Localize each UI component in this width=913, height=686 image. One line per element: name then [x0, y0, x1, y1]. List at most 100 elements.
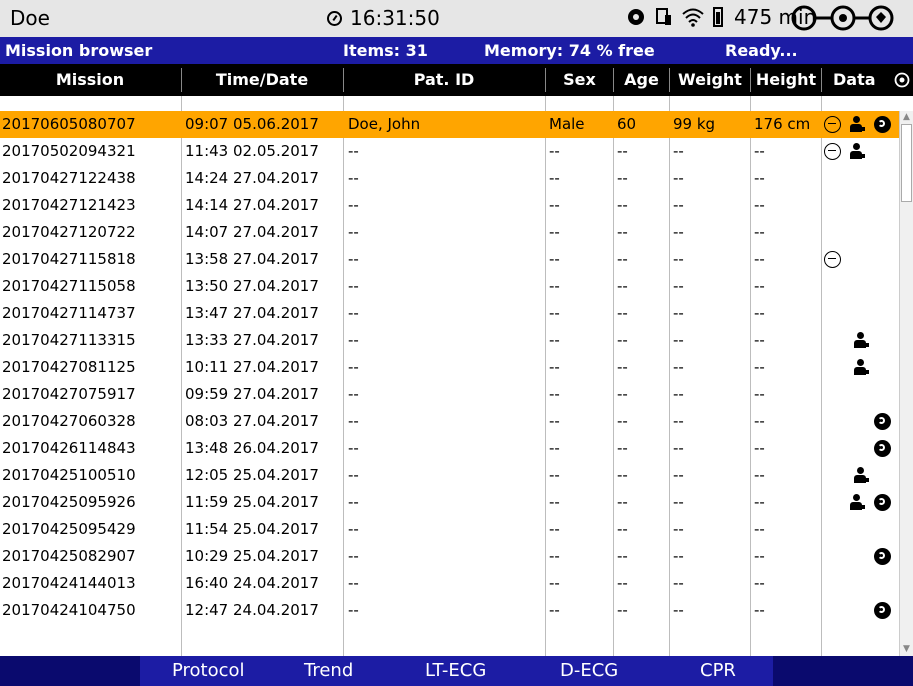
defib-icon [848, 494, 865, 511]
softkey-d-ecg[interactable]: D-ECG [560, 660, 618, 681]
cell-height: -- [754, 520, 765, 538]
cpr-icon [874, 602, 891, 619]
col-pat-id[interactable]: Pat. ID [344, 64, 544, 96]
softkey-trend[interactable]: Trend [304, 660, 353, 681]
cell-time-date: 11:43 02.05.2017 [185, 142, 319, 160]
cell-pat-id: -- [348, 358, 359, 376]
cell-time-date: 13:47 27.04.2017 [185, 304, 319, 322]
cell-weight: 99 kg [673, 115, 716, 133]
table-row[interactable]: 20170427114737 13:47 27.04.2017 -- -- -- -- -- [0, 300, 899, 327]
scroll-thumb[interactable] [901, 124, 912, 202]
table-row[interactable]: 20170427121423 14:14 27.04.2017 -- -- -- -- -- [0, 192, 899, 219]
cell-pat-id: -- [348, 277, 359, 295]
cell-sex: -- [549, 358, 560, 376]
cell-height: -- [754, 574, 765, 592]
table-row[interactable]: 20170424104750 12:47 24.04.2017 -- -- -- -- -- [0, 597, 899, 624]
table-row[interactable]: 20170426114843 13:48 26.04.2017 -- -- -- -- -- [0, 435, 899, 462]
cell-weight: -- [673, 277, 684, 295]
cell-sex: -- [549, 466, 560, 484]
cell-weight: -- [673, 412, 684, 430]
cell-pat-id: -- [348, 304, 359, 322]
ecg-icon [824, 143, 841, 160]
table-row[interactable]: 20170502094321 11:43 02.05.2017 -- -- -- -- -- [0, 138, 899, 165]
cpr-icon [874, 548, 891, 565]
cell-pat-id: -- [348, 547, 359, 565]
cell-time-date: 16:40 24.04.2017 [185, 574, 319, 592]
cell-sex: -- [549, 574, 560, 592]
cell-weight: -- [673, 223, 684, 241]
cell-time-date: 12:05 25.04.2017 [185, 466, 319, 484]
cell-mission: 20170427121423 [2, 196, 136, 214]
device-icon [656, 8, 671, 25]
table-row[interactable]: 20170605080707 09:07 05.06.2017 Doe, John M… [0, 111, 899, 138]
cell-time-date: 09:07 05.06.2017 [185, 115, 319, 133]
table-row[interactable]: 20170427115818 13:58 27.04.2017 -- -- -- -- -- [0, 246, 899, 273]
table-row[interactable]: 20170427060328 08:03 27.04.2017 -- -- -- -- -- [0, 408, 899, 435]
softkey-cpr[interactable]: CPR [700, 660, 736, 681]
cell-sex: -- [549, 169, 560, 187]
table-row[interactable]: 20170425100510 12:05 25.04.2017 -- -- -- -- -- [0, 462, 899, 489]
cell-height: -- [754, 196, 765, 214]
cell-sex: -- [549, 142, 560, 160]
cell-mission: 20170427122438 [2, 169, 136, 187]
scroll-up-icon[interactable]: ▲ [900, 111, 913, 124]
softkey-lt-ecg[interactable]: LT-ECG [425, 660, 486, 681]
cell-pat-id: -- [348, 169, 359, 187]
column-settings-icon[interactable] [894, 72, 910, 88]
cell-weight: -- [673, 358, 684, 376]
cell-time-date: 13:33 27.04.2017 [185, 331, 319, 349]
wifi-icon [682, 8, 704, 27]
cell-pat-id: -- [348, 601, 359, 619]
cell-mission: 20170427060328 [2, 412, 136, 430]
cell-time-date: 13:58 27.04.2017 [185, 250, 319, 268]
table-row[interactable]: 20170427115058 13:50 27.04.2017 -- -- -- -- -- [0, 273, 899, 300]
cell-mission: 20170427081125 [2, 358, 136, 376]
defib-icon [848, 116, 865, 133]
network-icon [628, 9, 644, 25]
cell-pat-id: -- [348, 520, 359, 538]
cell-height: -- [754, 169, 765, 187]
table-header: Mission Time/Date Pat. ID Sex Age Weight… [0, 64, 913, 96]
cell-sex: -- [549, 520, 560, 538]
cell-weight: -- [673, 142, 684, 160]
table-row[interactable]: 20170425095429 11:54 25.04.2017 -- -- -- -- -- [0, 516, 899, 543]
ready-status: Ready... [725, 41, 798, 60]
table-row[interactable]: 20170427081125 10:11 27.04.2017 -- -- -- -- -- [0, 354, 899, 381]
connection-icon [791, 5, 894, 31]
cell-mission: 20170502094321 [2, 142, 136, 160]
cell-age: -- [617, 520, 628, 538]
cell-time-date: 11:54 25.04.2017 [185, 520, 319, 538]
table-row[interactable]: 20170427113315 13:33 27.04.2017 -- -- -- -- -- [0, 327, 899, 354]
cell-height: -- [754, 601, 765, 619]
col-time-date[interactable]: Time/Date [182, 64, 342, 96]
cell-weight: -- [673, 520, 684, 538]
col-height[interactable]: Height [751, 64, 821, 96]
cell-sex: -- [549, 385, 560, 403]
scroll-down-icon[interactable]: ▼ [900, 643, 913, 656]
col-mission[interactable]: Mission [0, 64, 180, 96]
cell-age: 60 [617, 115, 637, 133]
cell-height: -- [754, 304, 765, 322]
col-weight[interactable]: Weight [670, 64, 750, 96]
cell-age: -- [617, 196, 628, 214]
cell-age: -- [617, 223, 628, 241]
cpr-icon [874, 440, 891, 457]
col-data[interactable]: Data [833, 64, 883, 96]
cell-age: -- [617, 466, 628, 484]
cell-time-date: 13:50 27.04.2017 [185, 277, 319, 295]
cell-age: -- [617, 412, 628, 430]
softkey-protocol[interactable]: Protocol [172, 660, 245, 681]
table-row[interactable]: 20170427075917 09:59 27.04.2017 -- -- -- -- -- [0, 381, 899, 408]
col-age[interactable]: Age [614, 64, 669, 96]
table-row[interactable]: 20170427122438 14:24 27.04.2017 -- -- -- -- -- [0, 165, 899, 192]
table-row[interactable]: 20170424144013 16:40 24.04.2017 -- -- -- -- -- [0, 570, 899, 597]
table-row[interactable]: 20170425082907 10:29 25.04.2017 -- -- -- -- -- [0, 543, 899, 570]
cell-age: -- [617, 358, 628, 376]
table-row[interactable]: 20170427120722 14:07 27.04.2017 -- -- -- -- -- [0, 219, 899, 246]
cell-weight: -- [673, 574, 684, 592]
scrollbar[interactable]: ▲ ▼ [899, 111, 913, 656]
cell-mission: 20170424144013 [2, 574, 136, 592]
table-row[interactable]: 20170425095926 11:59 25.04.2017 -- -- -- -- -- [0, 489, 899, 516]
col-sex[interactable]: Sex [546, 64, 613, 96]
cell-mission: 20170427075917 [2, 385, 136, 403]
